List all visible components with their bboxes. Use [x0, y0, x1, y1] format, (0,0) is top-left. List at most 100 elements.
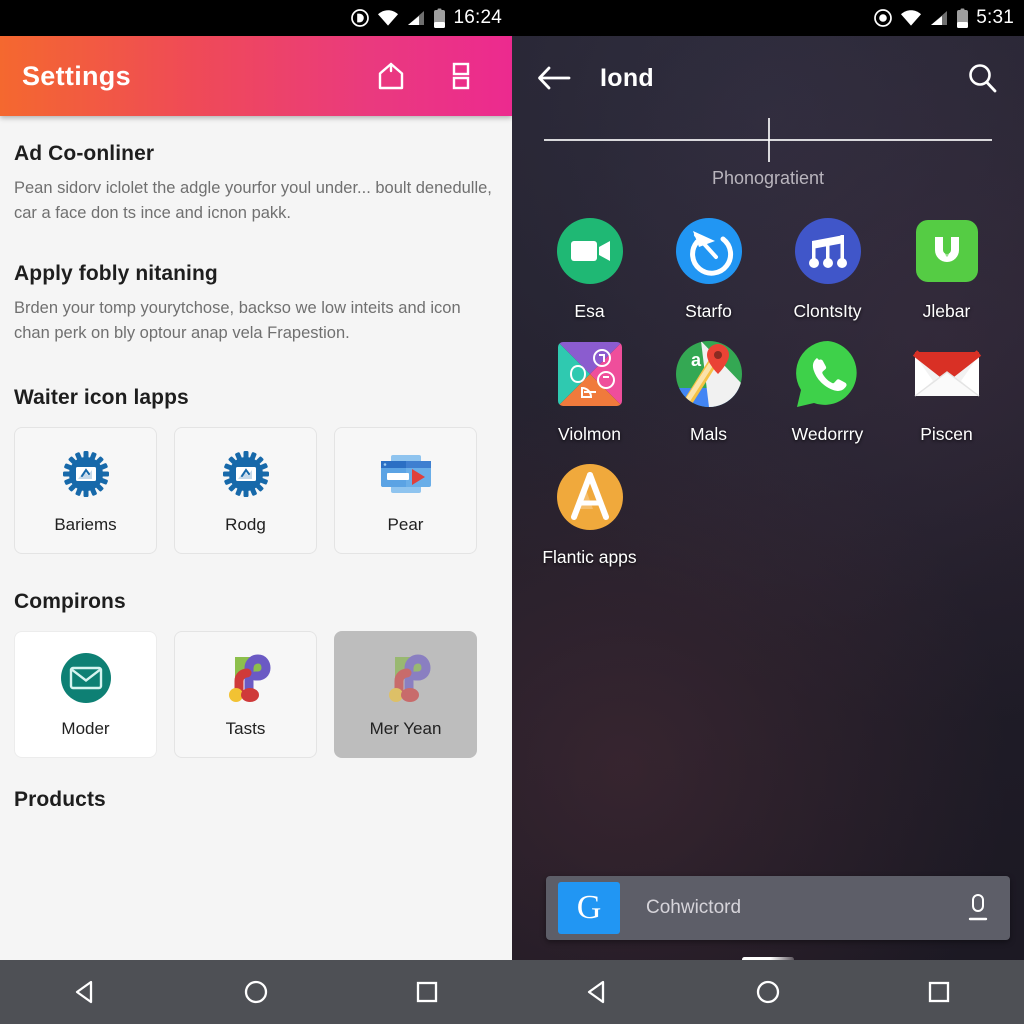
teal-envelope-icon: [59, 651, 113, 705]
app-piscen[interactable]: Piscen: [887, 336, 1006, 445]
section-apply-fobly-nitaning: Apply fobly nitaning Brden your tomp you…: [14, 226, 498, 346]
folder-subtitle: Phonogratient: [711, 168, 825, 188]
blue-player-icon: [379, 447, 433, 501]
section-body: Pean sidorv iclolet the adgle yourfor yo…: [14, 179, 492, 222]
compiron-card-mer-yean[interactable]: Mer Yean: [334, 631, 477, 758]
app-label: Flantic apps: [542, 547, 637, 567]
icon-app-card-bariems[interactable]: Bariems: [14, 427, 157, 554]
battery-icon: [956, 8, 969, 29]
dnd-icon: [350, 8, 370, 28]
icon-apps-card-row: Bariems Rodg Pear: [14, 427, 498, 554]
settings-app-bar: Settings: [0, 36, 512, 116]
launcher-folder-view: Iond Phonogratient Esa Starfo ClontsIty …: [512, 36, 1024, 1024]
app-row: Flantic apps: [530, 459, 1006, 568]
app-mals[interactable]: a Mals: [649, 336, 768, 445]
section-body: Brden your tomp yourytchose, backso we l…: [14, 299, 461, 342]
card-label: Bariems: [54, 514, 117, 534]
app-violmon[interactable]: Violmon: [530, 336, 649, 445]
app-label: Jlebar: [922, 301, 971, 321]
folder-header: Iond: [512, 36, 1024, 98]
app-label: ClontsIty: [793, 301, 862, 321]
google-search-bar[interactable]: G Cohwictord: [546, 876, 1010, 940]
back-triangle-icon[interactable]: [562, 970, 632, 1014]
signal-icon: [929, 8, 949, 28]
google-logo-icon: G: [558, 882, 620, 934]
video-camera-icon: [552, 213, 628, 289]
section-compirons: Compirons Moder Tasts Mer Yean: [14, 554, 498, 758]
quad-collage-icon: [552, 336, 628, 412]
card-label: Tasts: [225, 718, 266, 738]
app-flantic-apps[interactable]: Flantic apps: [530, 459, 649, 568]
app-jlebar[interactable]: Jlebar: [887, 213, 1006, 322]
compirons-card-row: Moder Tasts Mer Yean: [14, 631, 498, 758]
right-navigation-bar: [512, 960, 1024, 1024]
left-phone-screen: 16:24 Settings Ad Co-onliner Pean sidorv…: [0, 0, 512, 1024]
gmail-envelope-icon: [909, 336, 985, 412]
folder-title: Iond: [600, 63, 654, 92]
app-wedorrry[interactable]: Wedorrry: [768, 336, 887, 445]
app-label: Mals: [690, 424, 727, 444]
right-status-bar: 5:31: [512, 0, 1024, 36]
card-label: Rodg: [225, 514, 266, 534]
gear-photo-icon: [59, 447, 113, 501]
music-note-icon: [790, 213, 866, 289]
dnd-icon: [873, 8, 893, 28]
home-icon[interactable]: [376, 60, 406, 92]
icon-app-card-pear[interactable]: Pear: [334, 427, 477, 554]
app-row: Violmon a Mals Wedorrry Piscen: [530, 336, 1006, 445]
search-icon[interactable]: [962, 58, 1002, 98]
right-phone-screen: 5:31 Iond Phonogratient Esa Starfo Clont…: [512, 0, 1024, 1024]
app-clontsity[interactable]: ClontsIty: [768, 213, 887, 322]
battery-icon: [433, 8, 446, 29]
left-status-bar: 16:24: [0, 0, 512, 36]
app-label: Esa: [574, 301, 605, 321]
wifi-icon: [377, 8, 399, 28]
svg-text:a: a: [691, 350, 702, 370]
app-label: Violmon: [558, 424, 621, 444]
left-clock: 16:24: [453, 7, 502, 28]
restore-arrow-icon: [671, 213, 747, 289]
page-title: Settings: [22, 60, 131, 91]
card-label: Mer Yean: [369, 718, 442, 738]
grid-icon[interactable]: [446, 60, 476, 92]
section-title: Ad Co-onliner: [14, 142, 155, 165]
wifi-icon: [900, 8, 922, 28]
app-label: Starfo: [685, 301, 732, 321]
app-esa[interactable]: Esa: [530, 213, 649, 322]
home-circle-icon[interactable]: [221, 970, 291, 1014]
card-label: Pear: [387, 514, 424, 534]
settings-content: Ad Co-onliner Pean sidorv iclolet the ad…: [0, 116, 512, 988]
right-clock: 5:31: [976, 7, 1014, 28]
gear-photo-icon: [219, 447, 273, 501]
arrow-back-icon[interactable]: [534, 58, 574, 98]
search-input[interactable]: Cohwictord: [620, 897, 958, 919]
recents-square-icon[interactable]: [392, 970, 462, 1014]
section-products: Products: [14, 758, 498, 812]
app-label: Wedorrry: [791, 424, 864, 444]
app-row: Esa Starfo ClontsIty Jlebar: [530, 213, 1006, 322]
compiron-card-tasts[interactable]: Tasts: [174, 631, 317, 758]
section-title: Compirons: [14, 590, 126, 613]
divider-handle[interactable]: [768, 118, 770, 162]
recents-square-icon[interactable]: [904, 970, 974, 1014]
folder-divider-slider[interactable]: [544, 118, 992, 164]
green-shield-icon: [909, 213, 985, 289]
colorful-swirl-icon: [219, 651, 273, 705]
whatsapp-phone-icon: [790, 336, 866, 412]
home-circle-icon[interactable]: [733, 970, 803, 1014]
app-starfo[interactable]: Starfo: [649, 213, 768, 322]
section-title: Apply fobly nitaning: [14, 262, 218, 285]
compiron-card-moder[interactable]: Moder: [14, 631, 157, 758]
left-navigation-bar: [0, 960, 512, 1024]
mic-icon[interactable]: [958, 893, 998, 923]
icon-app-card-rodg[interactable]: Rodg: [174, 427, 317, 554]
card-label: Moder: [61, 718, 110, 738]
colorful-swirl-icon: [379, 651, 433, 705]
back-triangle-icon[interactable]: [50, 970, 120, 1014]
section-title: Products: [14, 788, 106, 811]
app-grid: Esa Starfo ClontsIty Jlebar Violmon a Ma…: [512, 213, 1024, 568]
section-title: Waiter icon lapps: [14, 386, 189, 409]
app-label: Piscen: [920, 424, 973, 444]
letter-a-icon: [552, 459, 628, 535]
maps-pin-icon: a: [671, 336, 747, 412]
